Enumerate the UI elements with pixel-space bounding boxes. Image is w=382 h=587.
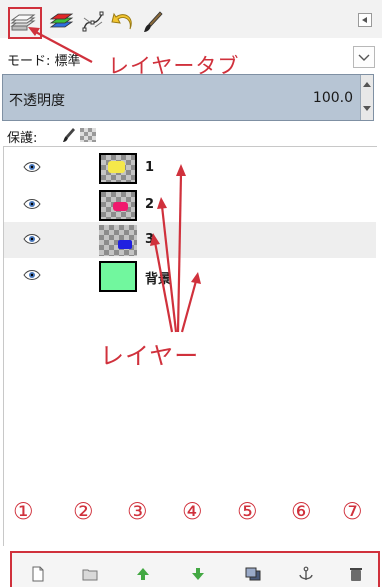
mode-label[interactable]: モード: 標準 <box>7 50 81 69</box>
annotation-layers-tab-label: レイヤータブ <box>108 54 240 78</box>
new-layer-group-button[interactable] <box>82 566 98 582</box>
raise-layer-icon <box>137 568 149 580</box>
mode-dropdown[interactable] <box>353 46 375 68</box>
layer-thumbnail[interactable] <box>99 261 137 292</box>
chevron-down-icon <box>358 54 370 61</box>
brushes-icon <box>144 11 163 32</box>
eye-icon[interactable] <box>23 233 41 245</box>
new-layer-button[interactable] <box>30 566 46 582</box>
layer-row[interactable]: 1 <box>4 150 376 186</box>
lock-pixels-icon[interactable] <box>62 127 76 143</box>
number-label-6: ⑥ <box>291 499 312 525</box>
opacity-label: 不透明度 <box>9 93 65 109</box>
number-label-3: ③ <box>127 499 148 525</box>
number-label-7: ⑦ <box>342 499 363 525</box>
opacity-slider[interactable]: 不透明度 100.0 <box>2 74 374 121</box>
tab-brushes[interactable] <box>140 9 166 35</box>
layers-toolbar <box>10 551 380 587</box>
layer-thumbnail[interactable] <box>99 153 137 184</box>
lock-label: 保護: <box>7 131 38 146</box>
lock-row: 保護: <box>0 124 382 146</box>
number-label-2: ② <box>73 499 94 525</box>
raise-layer-button[interactable] <box>135 566 151 582</box>
eye-icon[interactable] <box>23 198 41 210</box>
layer-name[interactable]: 1 <box>145 160 154 175</box>
new-layer-group-icon <box>82 569 98 581</box>
anchor-icon <box>299 566 313 580</box>
number-label-4: ④ <box>182 499 203 525</box>
tab-undo-history[interactable] <box>110 9 136 35</box>
anchor-layer-button[interactable] <box>298 566 314 582</box>
layer-row[interactable]: 背景 <box>4 258 376 294</box>
annotation-layer-label: レイヤー <box>100 342 200 370</box>
opacity-value[interactable]: 100.0 <box>313 90 353 106</box>
duplicate-layer-button[interactable] <box>245 566 261 582</box>
lower-layer-button[interactable] <box>190 566 206 582</box>
spin-up-icon[interactable] <box>363 82 371 87</box>
thumb-shape <box>118 240 132 249</box>
layer-thumbnail[interactable] <box>99 190 137 221</box>
new-layer-icon <box>32 566 44 582</box>
number-label-5: ⑤ <box>237 499 258 525</box>
thumb-shape <box>108 161 125 173</box>
eye-icon[interactable] <box>23 161 41 173</box>
lock-alpha-icon[interactable] <box>80 128 96 142</box>
layer-name[interactable]: 背景 <box>145 268 171 287</box>
opacity-spinner[interactable] <box>360 75 373 120</box>
layer-name[interactable]: 3 <box>145 232 154 247</box>
tab-menu-button[interactable] <box>358 13 372 27</box>
delete-layer-button[interactable] <box>348 566 364 582</box>
paths-icon <box>82 11 104 32</box>
layer-row[interactable]: 2 <box>4 187 376 223</box>
tab-paths[interactable] <box>80 9 106 35</box>
spin-down-icon[interactable] <box>363 106 371 111</box>
thumb-shape <box>113 202 128 211</box>
undo-history-icon <box>111 12 132 30</box>
number-label-1: ① <box>13 499 34 525</box>
layer-thumbnail[interactable] <box>99 225 137 256</box>
layers-tab-highlight-box <box>8 7 42 39</box>
trash-icon <box>350 568 362 581</box>
dock-tab-bar <box>0 0 382 39</box>
layer-row[interactable]: 3 <box>4 222 376 258</box>
tab-channels[interactable] <box>48 9 74 35</box>
layer-name[interactable]: 2 <box>145 197 154 212</box>
lower-layer-icon <box>192 568 204 580</box>
channels-icon <box>49 13 74 28</box>
duplicate-layer-icon <box>245 567 261 581</box>
eye-icon[interactable] <box>23 269 41 281</box>
